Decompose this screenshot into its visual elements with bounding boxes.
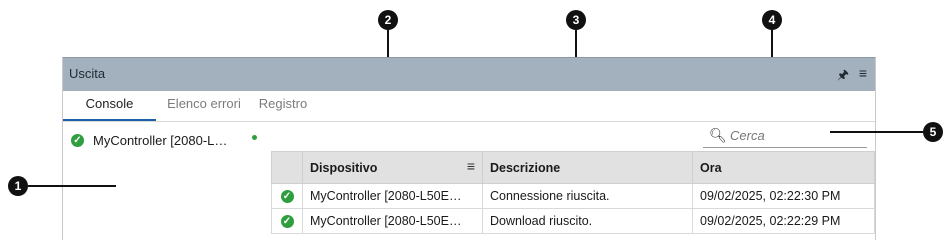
table-row[interactable]: ✓ MyController [2080-L50E… Download rius… [271,208,875,234]
column-device-label: Dispositivo [310,160,378,175]
callout-5: 5 [923,122,943,142]
panel-title: Uscita [69,66,106,81]
callout-line-5 [830,131,923,133]
search-box[interactable]: 🔍︎ Cerca [703,125,867,148]
column-status [271,151,303,184]
cell-device: MyController [2080-L50E… [302,208,483,234]
callout-1: 1 [8,176,28,196]
search-icon: 🔍︎ [709,127,727,143]
cell-device: MyController [2080-L50E… [302,183,483,209]
connection-status-dot [252,135,257,140]
cell-time: 09/02/2025, 02:22:30 PM [692,183,875,209]
column-description[interactable]: Descrizione [482,151,693,184]
cell-description: Connessione riuscita. [482,183,693,209]
output-panel: Uscita 🖈 ≡ Console Elenco errori Registr… [62,57,876,240]
controller-label: MyController [2080-L… [93,133,228,149]
tab-error-list[interactable]: Elenco errori [161,91,247,119]
check-circle-icon: ✓ [71,134,84,148]
check-circle-icon: ✓ [280,215,294,229]
panel-titlebar: Uscita 🖈 ≡ [63,57,875,91]
controller-list-item[interactable]: ✓ MyController [2080-L… [71,132,227,150]
callout-2: 2 [378,10,398,30]
output-table: Dispositivo ≡ Descrizione Ora ✓ MyContro… [271,151,875,234]
callout-3: 3 [566,10,586,30]
tab-log[interactable]: Registro [252,91,314,119]
search-input[interactable]: Cerca [730,128,765,143]
callout-line-1 [28,185,116,187]
tab-bar: Console Elenco errori Registro [63,91,875,122]
table-header-row: Dispositivo ≡ Descrizione Ora [271,151,875,184]
column-time[interactable]: Ora [692,151,875,184]
pin-icon[interactable]: 🖈 [837,66,849,88]
cell-time: 09/02/2025, 02:22:29 PM [692,208,875,234]
column-device[interactable]: Dispositivo ≡ [302,151,483,184]
hamburger-menu-icon[interactable]: ≡ [859,65,867,81]
cell-description: Download riuscito. [482,208,693,234]
check-circle-icon: ✓ [280,190,294,204]
column-menu-icon[interactable]: ≡ [467,158,475,174]
table-row[interactable]: ✓ MyController [2080-L50E… Connessione r… [271,183,875,209]
tab-console[interactable]: Console [63,91,156,121]
callout-4: 4 [762,10,782,30]
